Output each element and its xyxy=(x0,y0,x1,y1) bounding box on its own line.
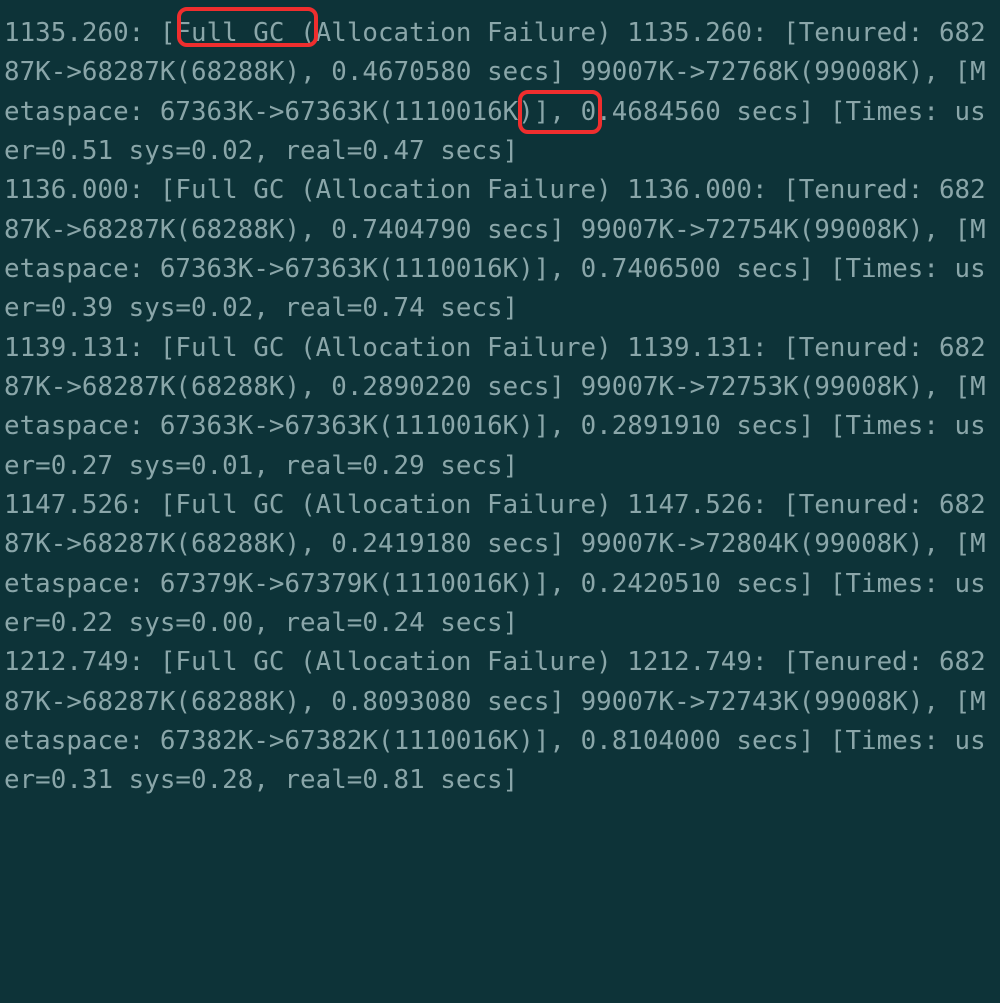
tenured-total: 68288K xyxy=(191,687,285,717)
gc-timestamp: 1136.000 xyxy=(4,175,129,205)
gc-cause: Allocation Failure xyxy=(316,175,596,205)
gc-event: Full GC xyxy=(175,333,284,363)
metaspace-before: 67363K xyxy=(160,411,254,441)
gc-inner-timestamp: 1212.749 xyxy=(627,647,752,677)
gc-timestamp: 1135.260 xyxy=(4,18,129,48)
tenured-secs: 0.8093080 xyxy=(331,687,471,717)
gc-cause: Allocation Failure xyxy=(316,18,596,48)
gc-inner-timestamp: 1135.260 xyxy=(627,18,752,48)
metaspace-before: 67379K xyxy=(160,569,254,599)
terminal-output[interactable]: 1135.260: [Full GC (Allocation Failure) … xyxy=(0,0,1000,1003)
metaspace-after: 67379K xyxy=(284,569,378,599)
heap-after: 72768K xyxy=(705,57,799,87)
gc-timestamp: 1147.526 xyxy=(4,490,129,520)
metaspace-before: 67382K xyxy=(160,726,254,756)
tenured-total: 68288K xyxy=(191,57,285,87)
heap-after: 72743K xyxy=(705,687,799,717)
heap-before: 99007K xyxy=(581,687,675,717)
times-sys: 0.01 xyxy=(191,451,253,481)
gc-inner-timestamp: 1139.131 xyxy=(627,333,752,363)
metaspace-before: 67363K xyxy=(160,97,254,127)
gc-log-line: 1136.000: [Full GC (Allocation Failure) … xyxy=(4,175,986,323)
metaspace-total: 1110016K xyxy=(394,569,519,599)
heap-before: 99007K xyxy=(581,215,675,245)
heap-total: 99008K xyxy=(814,529,908,559)
gc-log-line: 1139.131: [Full GC (Allocation Failure) … xyxy=(4,333,986,481)
tenured-secs: 0.2890220 xyxy=(331,372,471,402)
tenured-total: 68288K xyxy=(191,372,285,402)
heap-before: 99007K xyxy=(581,57,675,87)
total-secs: 0.2420510 xyxy=(581,569,721,599)
gc-timestamp: 1212.749 xyxy=(4,647,129,677)
times-user: 0.31 xyxy=(51,765,113,795)
gc-cause: Allocation Failure xyxy=(316,647,596,677)
metaspace-after: 67382K xyxy=(284,726,378,756)
metaspace-total: 1110016K xyxy=(394,97,519,127)
times-real: 0.47 xyxy=(362,136,424,166)
times-user: 0.22 xyxy=(51,608,113,638)
heap-total: 99008K xyxy=(814,57,908,87)
metaspace-after: 67363K xyxy=(284,254,378,284)
gc-timestamp: 1139.131 xyxy=(4,333,129,363)
times-real: 0.29 xyxy=(362,451,424,481)
gc-event: Full GC xyxy=(175,18,284,48)
times-real: 0.74 xyxy=(362,293,424,323)
times-user: 0.51 xyxy=(51,136,113,166)
tenured-secs: 0.7404790 xyxy=(331,215,471,245)
total-secs: 0.8104000 xyxy=(581,726,721,756)
tenured-total: 68288K xyxy=(191,215,285,245)
times-real: 0.24 xyxy=(362,608,424,638)
metaspace-after: 67363K xyxy=(284,97,378,127)
gc-cause: Allocation Failure xyxy=(316,490,596,520)
heap-after: 72804K xyxy=(705,529,799,559)
tenured-after: 68287K xyxy=(82,687,176,717)
times-sys: 0.02 xyxy=(191,293,253,323)
tenured-secs: 0.4670580 xyxy=(331,57,471,87)
tenured-after: 68287K xyxy=(82,529,176,559)
heap-total: 99008K xyxy=(814,687,908,717)
times-user: 0.27 xyxy=(51,451,113,481)
gc-log-line: 1212.749: [Full GC (Allocation Failure) … xyxy=(4,647,986,795)
heap-after: 72754K xyxy=(705,215,799,245)
tenured-after: 68287K xyxy=(82,372,176,402)
tenured-total: 68288K xyxy=(191,529,285,559)
metaspace-total: 1110016K xyxy=(394,726,519,756)
tenured-after: 68287K xyxy=(82,57,176,87)
tenured-secs: 0.2419180 xyxy=(331,529,471,559)
gc-event: Full GC xyxy=(175,647,284,677)
gc-inner-timestamp: 1147.526 xyxy=(627,490,752,520)
total-secs: 0.7406500 xyxy=(581,254,721,284)
times-real: 0.81 xyxy=(362,765,424,795)
times-user: 0.39 xyxy=(51,293,113,323)
heap-total: 99008K xyxy=(814,372,908,402)
total-secs: 0.2891910 xyxy=(581,411,721,441)
heap-total: 99008K xyxy=(814,215,908,245)
gc-inner-timestamp: 1136.000 xyxy=(627,175,752,205)
times-sys: 0.02 xyxy=(191,136,253,166)
metaspace-before: 67363K xyxy=(160,254,254,284)
metaspace-total: 1110016K xyxy=(394,411,519,441)
gc-log-line: 1147.526: [Full GC (Allocation Failure) … xyxy=(4,490,986,638)
metaspace-after: 67363K xyxy=(284,411,378,441)
times-sys: 0.28 xyxy=(191,765,253,795)
tenured-after: 68287K xyxy=(82,215,176,245)
heap-before: 99007K xyxy=(581,529,675,559)
gc-log-line: 1135.260: [Full GC (Allocation Failure) … xyxy=(4,18,986,166)
total-secs: 0.4684560 xyxy=(581,97,721,127)
heap-after: 72753K xyxy=(705,372,799,402)
gc-event: Full GC xyxy=(175,490,284,520)
gc-cause: Allocation Failure xyxy=(316,333,596,363)
gc-event: Full GC xyxy=(175,175,284,205)
heap-before: 99007K xyxy=(581,372,675,402)
metaspace-total: 1110016K xyxy=(394,254,519,284)
times-sys: 0.00 xyxy=(191,608,253,638)
